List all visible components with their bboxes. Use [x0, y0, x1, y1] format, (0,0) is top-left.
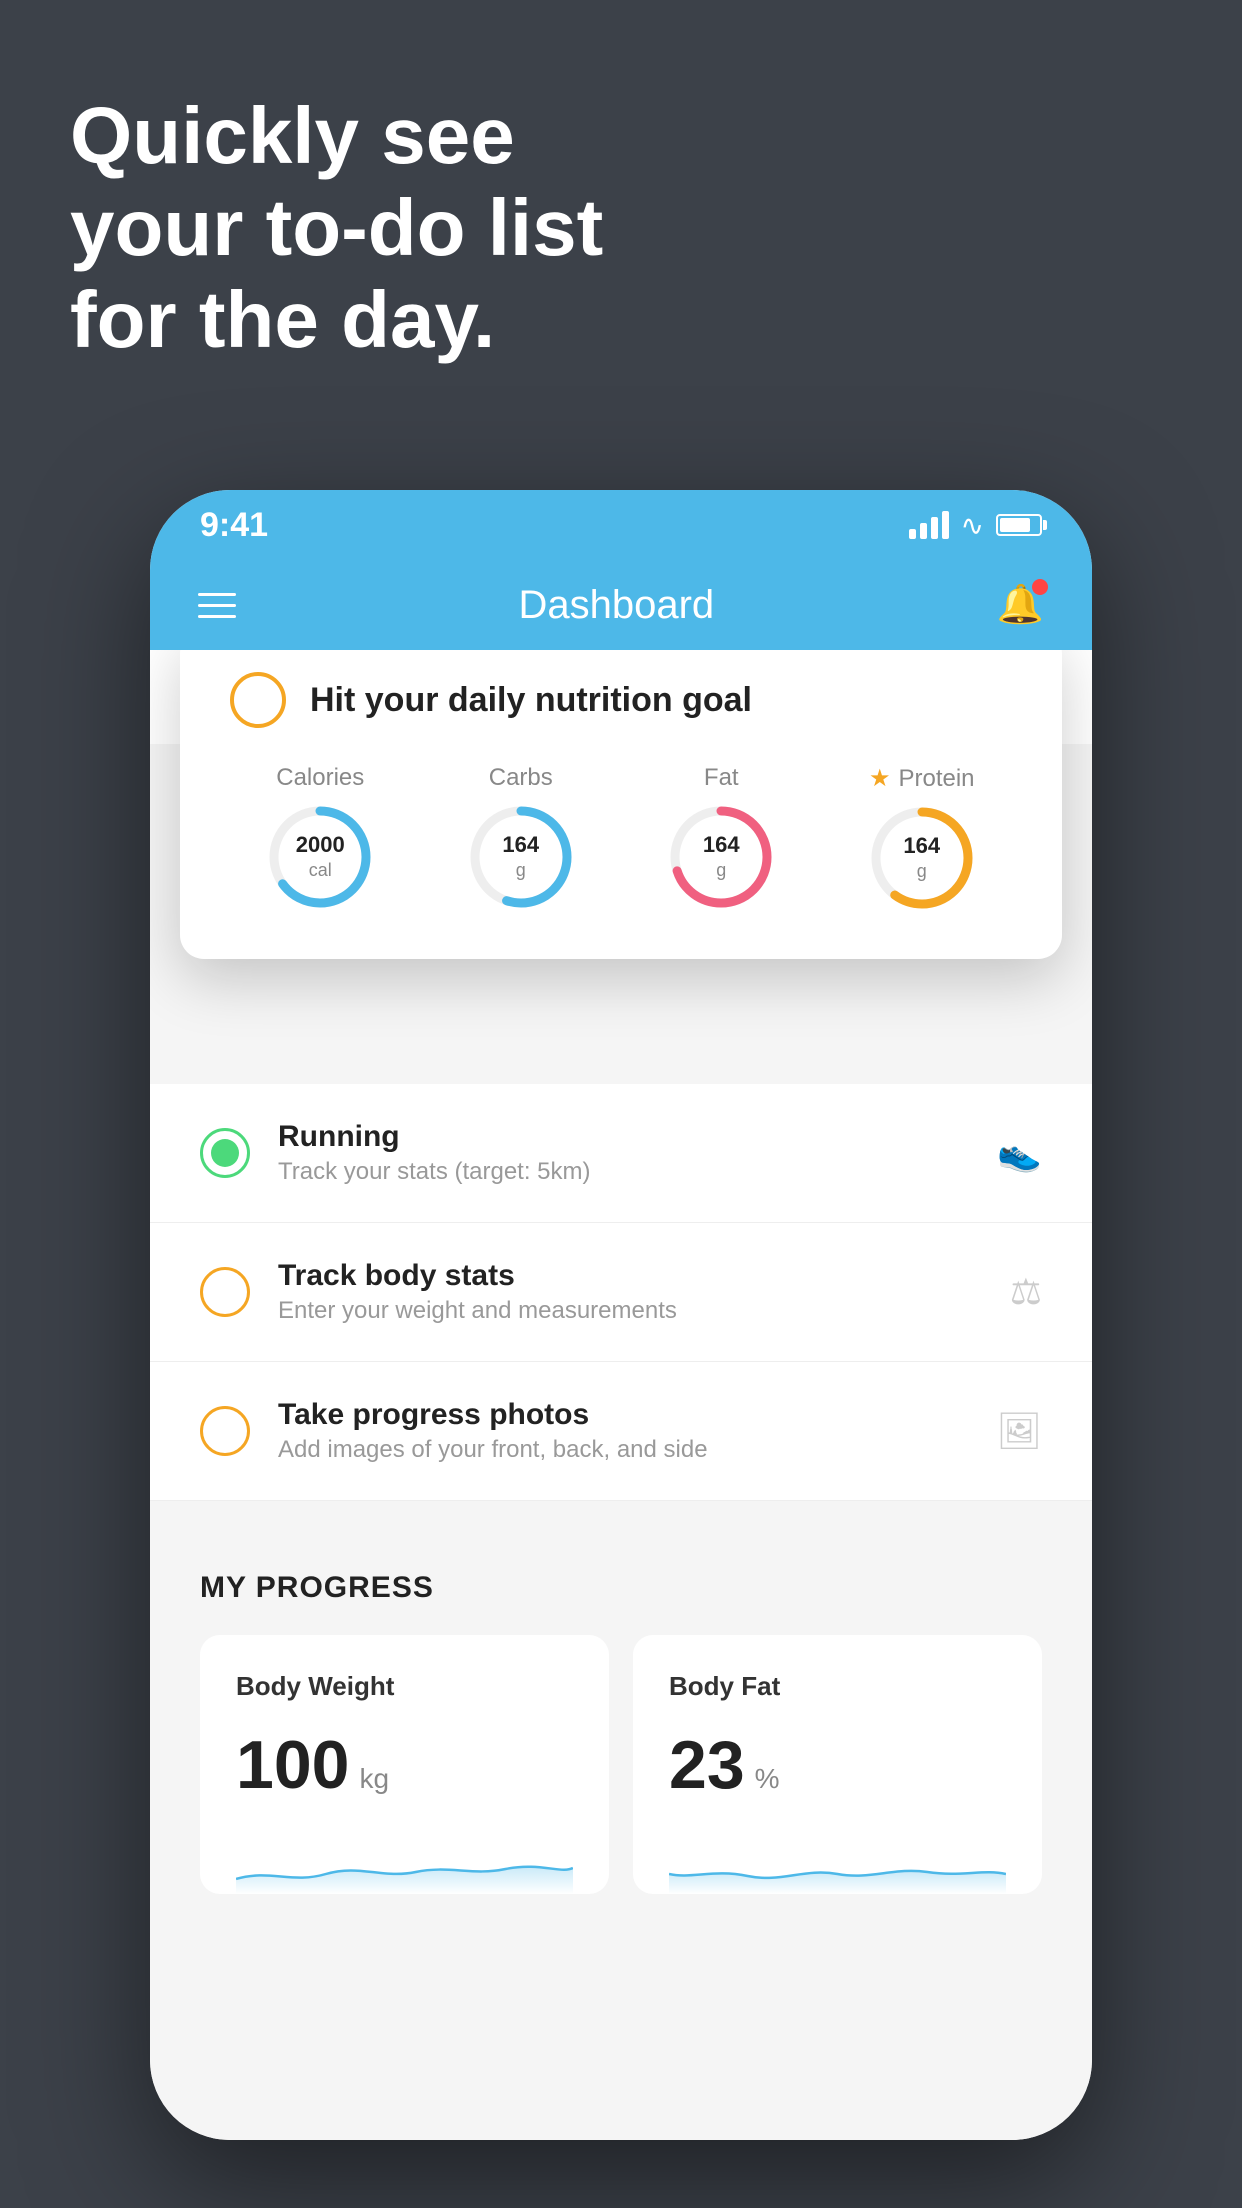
donut-calories: 2000cal [265, 802, 375, 912]
nutrition-check-circle[interactable] [230, 672, 286, 728]
page-background: Quickly see your to-do list for the day.… [0, 0, 1242, 2208]
donut-protein: 164g [867, 803, 977, 913]
progress-card-body-weight[interactable]: Body Weight 100 kg [200, 1635, 609, 1894]
todo-item-running[interactable]: Running Track your stats (target: 5km) 👟 [150, 1084, 1092, 1223]
bell-icon[interactable]: 🔔 [997, 583, 1044, 627]
wifi-icon: ∿ [961, 509, 984, 542]
body-fat-unit: % [755, 1763, 780, 1795]
todo-text-running: Running Track your stats (target: 5km) [278, 1120, 969, 1186]
todo-title-running: Running [278, 1120, 969, 1154]
todo-subtitle-running: Track your stats (target: 5km) [278, 1158, 969, 1186]
todo-item-body-stats[interactable]: Track body stats Enter your weight and m… [150, 1223, 1092, 1362]
star-icon: ★ [869, 764, 891, 793]
hero-text: Quickly see your to-do list for the day. [70, 90, 603, 366]
signal-bars-icon [909, 511, 949, 539]
nutrition-card-header: Hit your daily nutrition goal [230, 672, 1012, 728]
stat-label-fat: Fat [704, 764, 739, 792]
nutrition-title: Hit your daily nutrition goal [310, 681, 752, 720]
status-time: 9:41 [200, 506, 268, 545]
body-fat-title: Body Fat [669, 1671, 1006, 1702]
todo-title-body-stats: Track body stats [278, 1259, 982, 1293]
stat-label-carbs: Carbs [489, 764, 553, 792]
progress-card-body-fat[interactable]: Body Fat 23 % [633, 1635, 1042, 1894]
todo-circle-running [200, 1128, 250, 1178]
nutrition-stat-carbs: Carbs 164g [431, 764, 612, 913]
body-weight-number: 100 [236, 1726, 349, 1804]
nutrition-card: Hit your daily nutrition goal Calories 2… [180, 650, 1062, 959]
nutrition-stat-fat: Fat 164g [631, 764, 812, 913]
body-weight-unit: kg [359, 1763, 389, 1795]
todo-title-progress-photos: Take progress photos [278, 1398, 968, 1432]
hamburger-menu-button[interactable] [198, 593, 236, 618]
stat-label-protein: ★ Protein [869, 764, 975, 793]
portrait-icon: 🖼 [996, 1410, 1042, 1452]
shoe-icon: 👟 [997, 1132, 1042, 1174]
progress-heading: MY PROGRESS [200, 1571, 1042, 1605]
app-body: THINGS TO DO TODAY Hit your daily nutrit… [150, 650, 1092, 2140]
body-fat-number: 23 [669, 1726, 745, 1804]
status-icons: ∿ [909, 509, 1042, 542]
donut-fat: 164g [666, 802, 776, 912]
body-fat-chart [669, 1824, 1006, 1894]
phone-mockup: 9:41 ∿ Dashboard [150, 490, 1092, 2140]
header-title: Dashboard [518, 583, 714, 628]
donut-value-protein: 164g [903, 834, 940, 882]
progress-cards: Body Weight 100 kg [200, 1635, 1042, 1894]
donut-value-carbs: 164g [502, 833, 539, 881]
notification-dot [1032, 579, 1048, 595]
body-weight-chart [236, 1824, 573, 1894]
todo-text-progress-photos: Take progress photos Add images of your … [278, 1398, 968, 1464]
scale-icon: ⚖ [1010, 1271, 1042, 1313]
todo-text-body-stats: Track body stats Enter your weight and m… [278, 1259, 982, 1325]
body-weight-value-row: 100 kg [236, 1726, 573, 1804]
todo-subtitle-body-stats: Enter your weight and measurements [278, 1297, 982, 1325]
todo-item-progress-photos[interactable]: Take progress photos Add images of your … [150, 1362, 1092, 1501]
todo-subtitle-progress-photos: Add images of your front, back, and side [278, 1436, 968, 1464]
donut-value-calories: 2000cal [296, 833, 345, 881]
app-header: Dashboard 🔔 [150, 560, 1092, 650]
todo-section: Running Track your stats (target: 5km) 👟… [150, 1084, 1092, 1501]
stat-label-calories: Calories [276, 764, 364, 792]
todo-circle-body-stats [200, 1267, 250, 1317]
donut-carbs: 164g [466, 802, 576, 912]
body-weight-title: Body Weight [236, 1671, 573, 1702]
status-bar: 9:41 ∿ [150, 490, 1092, 560]
nutrition-stats: Calories 2000cal Carbs [230, 764, 1012, 913]
donut-value-fat: 164g [703, 833, 740, 881]
nutrition-stat-calories: Calories 2000cal [230, 764, 411, 913]
body-fat-value-row: 23 % [669, 1726, 1006, 1804]
nutrition-stat-protein: ★ Protein 164g [832, 764, 1013, 913]
progress-section: MY PROGRESS Body Weight 100 kg [150, 1521, 1092, 1924]
battery-icon [996, 514, 1042, 536]
todo-circle-progress-photos [200, 1406, 250, 1456]
